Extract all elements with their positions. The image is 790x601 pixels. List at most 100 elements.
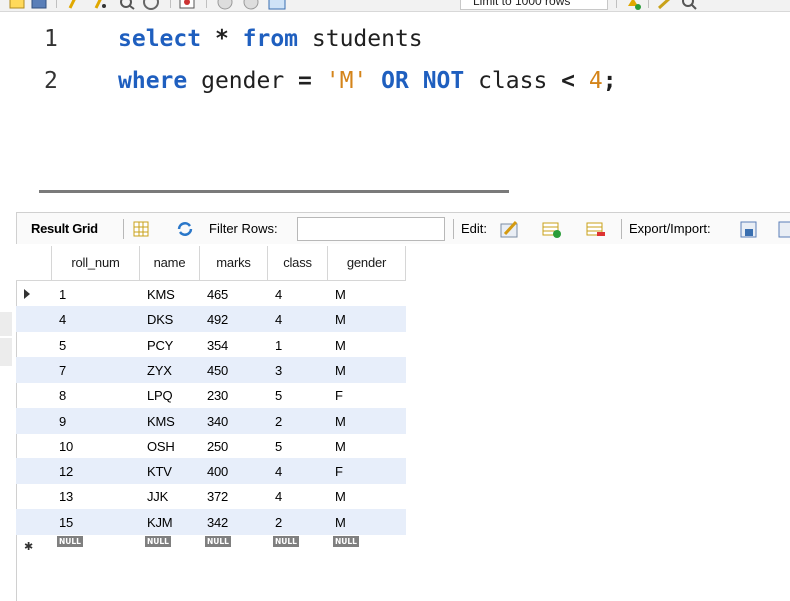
open-file-icon[interactable]: [8, 0, 26, 10]
add-row-icon[interactable]: [541, 219, 561, 239]
export-icon[interactable]: [739, 219, 759, 239]
add-snippet-icon[interactable]: [624, 0, 642, 10]
code-line-1[interactable]: 1 select * from students: [0, 26, 790, 66]
cell-roll-num[interactable]: 12: [52, 458, 140, 484]
table-row[interactable]: 1 KMS 465 4 M: [16, 281, 406, 307]
refresh-icon[interactable]: [175, 219, 195, 239]
table-row[interactable]: 5 PCY 354 1 M: [16, 332, 406, 358]
cell-roll-num[interactable]: 15: [52, 509, 140, 535]
rollback-icon[interactable]: [242, 0, 260, 10]
cell-class[interactable]: 4: [268, 483, 328, 509]
cell-marks[interactable]: 465: [200, 281, 268, 307]
null-badge[interactable]: NULL: [57, 536, 83, 547]
import-icon[interactable]: [777, 219, 790, 239]
stop-on-error-icon[interactable]: [178, 0, 196, 10]
table-row[interactable]: 12 KTV 400 4 F: [16, 458, 406, 485]
table-row[interactable]: 9 KMS 340 2 M: [16, 407, 406, 434]
null-badge[interactable]: NULL: [333, 536, 359, 547]
cell-name[interactable]: JJK: [140, 483, 200, 509]
table-row[interactable]: 10 OSH 250 5 M: [16, 433, 406, 459]
cell-marks[interactable]: 342: [200, 509, 268, 535]
cell-marks[interactable]: 400: [200, 458, 268, 484]
stop-icon[interactable]: [142, 0, 160, 10]
table-row[interactable]: 4 DKS 492 4 M: [16, 306, 406, 333]
beautify-icon[interactable]: [656, 0, 674, 10]
code-text[interactable]: where gender = 'M' OR NOT class < 4;: [118, 68, 617, 94]
table-row[interactable]: 13 JJK 372 4 M: [16, 483, 406, 509]
cell-name[interactable]: KTV: [140, 458, 200, 484]
grid-view-icon[interactable]: [131, 219, 151, 239]
table-row[interactable]: 15 KJM 342 2 M: [16, 508, 406, 535]
cell-gender[interactable]: F: [328, 382, 406, 408]
cell-roll-num[interactable]: 8: [52, 382, 140, 408]
cell-class[interactable]: 4: [268, 458, 328, 484]
cell-gender[interactable]: M: [328, 332, 406, 358]
find-icon[interactable]: [680, 0, 698, 10]
editor-horizontal-scrollbar[interactable]: [39, 190, 509, 193]
cell-gender[interactable]: M: [328, 306, 406, 332]
column-header-roll-num[interactable]: roll_num: [52, 246, 140, 281]
execute-icon[interactable]: [64, 0, 82, 10]
cell-marks[interactable]: 230: [200, 382, 268, 408]
save-icon[interactable]: [30, 0, 48, 10]
explain-icon[interactable]: [118, 0, 136, 10]
cell-roll-num[interactable]: 7: [52, 357, 140, 383]
cell-gender[interactable]: M: [328, 509, 406, 535]
cell-name[interactable]: KJM: [140, 509, 200, 535]
filter-rows-input[interactable]: [297, 217, 445, 241]
cell-name[interactable]: LPQ: [140, 382, 200, 408]
cell-name[interactable]: PCY: [140, 332, 200, 358]
sql-editor[interactable]: 1 select * from students 2 where gender …: [0, 12, 790, 193]
null-badge[interactable]: NULL: [205, 536, 231, 547]
cell-class[interactable]: 1: [268, 332, 328, 358]
cell-class[interactable]: 4: [268, 306, 328, 332]
autocommit-icon[interactable]: [268, 0, 286, 10]
cell-marks[interactable]: 372: [200, 483, 268, 509]
cell-class[interactable]: 5: [268, 433, 328, 459]
cell-name[interactable]: KMS: [140, 281, 200, 307]
cell-roll-num[interactable]: 10: [52, 433, 140, 459]
cell-class[interactable]: 2: [268, 408, 328, 434]
execute-current-icon[interactable]: [90, 0, 108, 10]
code-text[interactable]: select * from students: [118, 26, 423, 52]
cell-roll-num[interactable]: 1: [52, 281, 140, 307]
cell-roll-num[interactable]: 13: [52, 483, 140, 509]
new-row[interactable]: ✱ NULL NULL NULL NULL NULL: [16, 534, 406, 560]
cell-gender[interactable]: M: [328, 357, 406, 383]
cell-marks[interactable]: 354: [200, 332, 268, 358]
commit-icon[interactable]: [216, 0, 234, 10]
limit-rows-select[interactable]: Limit to 1000 rows: [460, 0, 608, 10]
column-header-marks[interactable]: marks: [200, 246, 268, 281]
cell-class[interactable]: 5: [268, 382, 328, 408]
code-line-2[interactable]: 2 where gender = 'M' OR NOT class < 4;: [0, 68, 790, 108]
cell-roll-num[interactable]: 4: [52, 306, 140, 332]
cell-gender[interactable]: F: [328, 458, 406, 484]
cell-name[interactable]: OSH: [140, 433, 200, 459]
cell-name[interactable]: ZYX: [140, 357, 200, 383]
result-grid-tab[interactable]: Result Grid: [31, 221, 98, 236]
cell-gender[interactable]: M: [328, 281, 406, 307]
column-header-name[interactable]: name: [140, 246, 200, 281]
cell-name[interactable]: KMS: [140, 408, 200, 434]
cell-gender[interactable]: M: [328, 433, 406, 459]
cell-gender[interactable]: M: [328, 483, 406, 509]
cell-marks[interactable]: 492: [200, 306, 268, 332]
cell-class[interactable]: 2: [268, 509, 328, 535]
edit-cell-icon[interactable]: [499, 219, 519, 239]
null-badge[interactable]: NULL: [273, 536, 299, 547]
cell-gender[interactable]: M: [328, 408, 406, 434]
delete-row-icon[interactable]: [585, 219, 605, 239]
cell-marks[interactable]: 250: [200, 433, 268, 459]
null-badge[interactable]: NULL: [145, 536, 171, 547]
cell-marks[interactable]: 450: [200, 357, 268, 383]
table-row[interactable]: 7 ZYX 450 3 M: [16, 356, 406, 383]
column-header-gender[interactable]: gender: [328, 246, 406, 281]
column-header-class[interactable]: class: [268, 246, 328, 281]
cell-roll-num[interactable]: 5: [52, 332, 140, 358]
cell-class[interactable]: 4: [268, 281, 328, 307]
cell-roll-num[interactable]: 9: [52, 408, 140, 434]
cell-marks[interactable]: 340: [200, 408, 268, 434]
cell-name[interactable]: DKS: [140, 306, 200, 332]
table-row[interactable]: 8 LPQ 230 5 F: [16, 382, 406, 408]
cell-class[interactable]: 3: [268, 357, 328, 383]
